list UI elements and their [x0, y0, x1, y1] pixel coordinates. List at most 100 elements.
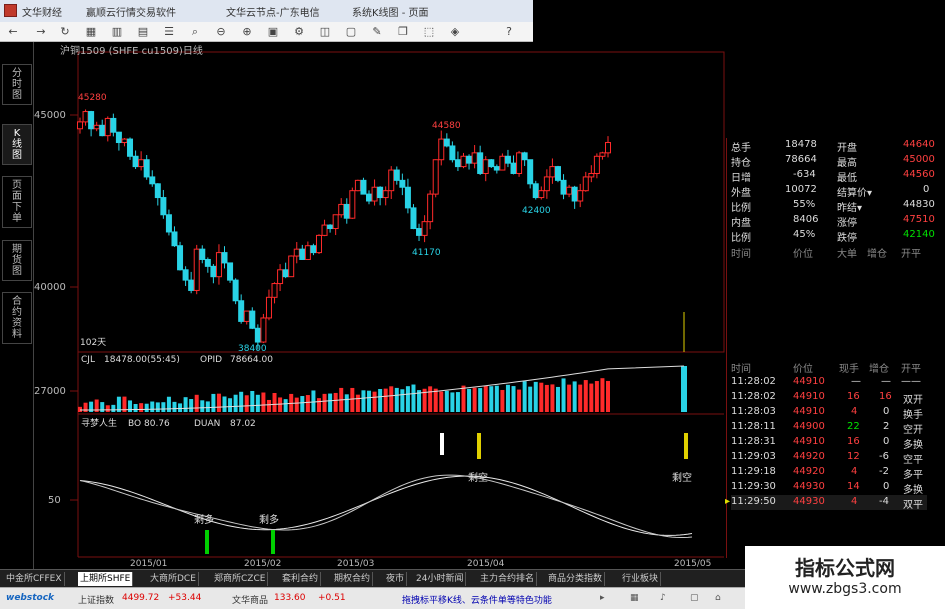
sell-signal-bar-1 — [477, 433, 481, 459]
candle-body — [271, 283, 278, 298]
zoom-in-icon[interactable]: ⊕ — [240, 25, 254, 39]
zoom-icon[interactable]: ⌕ — [188, 25, 202, 39]
select-icon[interactable]: ⬚ — [422, 25, 436, 39]
quote-info-panel: 总手 18478 开盘 44640 持仓 78664 最高 45000 日增 -… — [725, 138, 935, 558]
trade-price: 44900 — [793, 421, 825, 432]
candle-body — [421, 221, 428, 236]
refresh-icon[interactable]: ↻ — [58, 25, 72, 39]
tab-contract-info[interactable]: 合 约 资 料 — [2, 292, 32, 344]
kline-chart[interactable]: 沪铜1509 (SHFE cu1509)日线 45000 40000 27000… — [34, 42, 726, 569]
settlement-dropdown[interactable]: 结算价▾ — [837, 184, 872, 199]
tab-commodity-index[interactable]: 商品分类指数 — [546, 572, 606, 586]
candle-body — [393, 169, 400, 181]
zoom-out-icon[interactable]: ⊖ — [214, 25, 228, 39]
volume-opid-value: 78664.00 — [230, 355, 273, 365]
candle-body — [532, 183, 539, 199]
tab-futures-chart[interactable]: 期 货 图 — [2, 240, 32, 281]
volume-bar — [433, 388, 438, 412]
indicator-name: 寻梦人生 — [81, 417, 117, 429]
tab-cffex[interactable]: 中金所CFFEX — [4, 572, 65, 586]
volume-bar — [444, 390, 449, 412]
info-label: 跌停 — [837, 233, 857, 244]
tab-arbitrage[interactable]: 套利合约 — [280, 572, 322, 586]
info-value: 0 — [923, 184, 930, 195]
candle-body — [527, 159, 534, 185]
tab-czce[interactable]: 郑商所CZCE — [212, 572, 269, 586]
back-icon[interactable]: ← — [6, 25, 20, 39]
status-grid-icon[interactable]: ▦ — [630, 593, 639, 603]
candle-body — [238, 300, 245, 322]
trade-row: 11:29:30 44930 14 0 多换 — [731, 480, 927, 496]
candle-body — [571, 186, 578, 202]
tag-icon[interactable]: ◈ — [448, 25, 462, 39]
candle-body — [432, 159, 439, 195]
volume-bar — [333, 392, 338, 412]
volume-bar — [322, 393, 327, 412]
tab-page-order[interactable]: 页 面 下 单 — [2, 176, 32, 228]
volume-bar — [178, 403, 183, 412]
volume-bar — [278, 397, 283, 412]
chart-icon[interactable]: ▥ — [110, 25, 124, 39]
candle-body — [454, 159, 461, 168]
note-icon[interactable]: ✎ — [370, 25, 384, 39]
status-lock-icon[interactable]: ⌂ — [715, 593, 721, 603]
tab-options[interactable]: 期权合约 — [332, 572, 374, 586]
tab-shfe[interactable]: 上期所SHFE — [78, 572, 134, 586]
status-arrow-icon[interactable]: ▸ — [600, 593, 605, 603]
window-icon[interactable]: ▢ — [344, 25, 358, 39]
volume-bar — [83, 402, 88, 412]
volume-bar — [389, 386, 394, 412]
candle-body — [204, 258, 211, 267]
days-count-label: 102天 — [80, 338, 106, 348]
tab-intraday-chart[interactable]: 分 时 图 — [2, 64, 32, 105]
tab-24h-news[interactable]: 24小时新闻 — [414, 572, 467, 586]
watermark: 指标公式网 www.zbgs3.com — [745, 546, 945, 609]
promo-text[interactable]: 拖拽标平移K线、云条件单等特色功能 — [402, 593, 552, 606]
volume-bar — [233, 394, 238, 412]
info-value: 10072 — [785, 184, 817, 195]
candle-body — [560, 179, 567, 195]
sell-signal-label-2: 剩空 — [672, 471, 692, 484]
trade-type: 多换 — [903, 440, 923, 451]
tab-dce[interactable]: 大商所DCE — [148, 572, 199, 586]
volume-bar — [283, 399, 288, 412]
candle-body — [327, 224, 334, 230]
volume-bar — [294, 397, 299, 412]
trade-type: 空开 — [903, 425, 923, 436]
volume-bar — [211, 393, 216, 412]
tab-night-market[interactable]: 夜市 — [384, 572, 408, 586]
volume-bar — [194, 394, 199, 412]
status-window-icon[interactable]: ▢ — [690, 593, 699, 603]
status-sound-icon[interactable]: ♪ — [660, 593, 666, 603]
list-icon[interactable]: ☰ — [162, 25, 176, 39]
volume-bar — [600, 378, 605, 412]
settings-icon[interactable]: ⚙ — [292, 25, 306, 39]
layout-icon[interactable]: ◫ — [318, 25, 332, 39]
volume-bar — [161, 402, 166, 412]
copy-icon[interactable]: ❐ — [396, 25, 410, 39]
grid-icon[interactable]: ▦ — [84, 25, 98, 39]
trade-time: 11:29:03 — [731, 451, 776, 462]
buy-signal-bar-1 — [205, 530, 209, 554]
calc-icon[interactable]: ▣ — [266, 25, 280, 39]
trade-type: —— — [901, 376, 921, 387]
candle-body — [282, 269, 289, 278]
volume-bar — [350, 387, 355, 412]
col-oi-change: 增仓 — [869, 364, 889, 375]
title-view-name: 系统K线图 - 页面 — [352, 8, 429, 19]
candle-body — [199, 248, 206, 260]
trade-price: 44930 — [793, 481, 825, 492]
volume-bar — [544, 384, 549, 412]
prev-settlement-dropdown[interactable]: 昨结▾ — [837, 199, 862, 214]
info-value: 44560 — [903, 169, 935, 180]
volume-bar — [328, 393, 333, 412]
forward-icon[interactable]: → — [34, 25, 48, 39]
help-icon[interactable]: ? — [502, 25, 516, 39]
tab-main-contract-rank[interactable]: 主力合约排名 — [478, 572, 538, 586]
tab-kline-chart[interactable]: K 线 图 — [2, 124, 32, 165]
tab-industry-sector[interactable]: 行业板块 — [620, 572, 662, 586]
price-tick-45000: 45000 — [34, 110, 66, 121]
col-volume: 现手 — [839, 364, 859, 375]
chart2-icon[interactable]: ▤ — [136, 25, 150, 39]
candle-body — [593, 155, 600, 174]
